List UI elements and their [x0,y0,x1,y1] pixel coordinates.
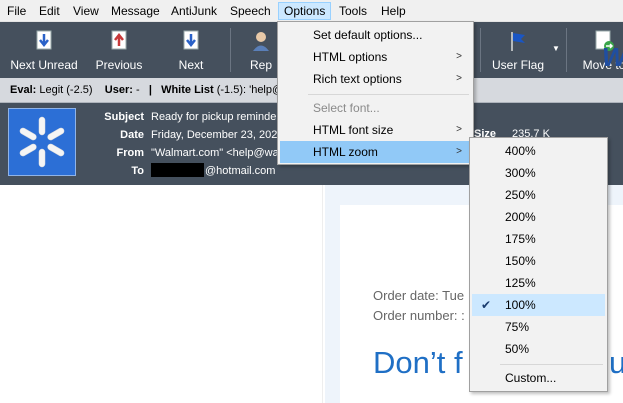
menu-item-html-font-size[interactable]: HTML font size > [280,119,471,141]
menu-item-set-default-options[interactable]: Set default options... [280,24,471,46]
menu-item-html-zoom[interactable]: HTML zoom > [280,141,471,163]
menu-antijunk[interactable]: AntiJunk [166,2,222,20]
menu-file[interactable]: File [2,2,31,20]
order-number: Order number: : [373,308,465,323]
menu-tools[interactable]: Tools [334,2,372,20]
whitelist-value: (-1.5): 'help@ [216,84,284,96]
redacted-block [151,163,204,177]
menu-item-label: HTML zoom [313,145,378,159]
email-brand: Wa [602,42,623,73]
from-value: "Walmart.com" <help@wa [151,147,279,159]
previous-button[interactable]: Previous [88,22,150,78]
next-unread-icon [36,30,52,50]
user-flag-dropdown[interactable]: ▼ [552,22,562,78]
zoom-item-75[interactable]: 75% [472,316,605,338]
menu-item-select-font: Select font... [280,97,471,119]
reply-button[interactable]: Rep [244,22,278,78]
menu-speech[interactable]: Speech [225,2,276,20]
zoom-item-150[interactable]: 150% [472,250,605,272]
options-menu: Set default options... HTML options > Ri… [277,21,474,165]
zoom-item-300[interactable]: 300% [472,162,605,184]
menu-item-label: Select font... [313,101,380,115]
next-unread-button[interactable]: Next Unread [4,22,84,78]
menu-edit[interactable]: Edit [34,2,65,20]
next-label: Next [178,58,204,72]
zoom-label: 250% [505,188,536,202]
subject-label: Subject [104,111,144,123]
email-headline-tail: u [609,345,623,380]
chevron-right-icon: > [456,146,462,157]
toolbar-separator [480,28,481,72]
zoom-item-200[interactable]: 200% [472,206,605,228]
zoom-label: 50% [505,342,530,356]
menu-options[interactable]: Options [278,2,332,20]
zoom-item-250[interactable]: 250% [472,184,605,206]
zoom-label: 400% [505,144,536,158]
reply-icon [253,32,269,51]
zoom-item-175[interactable]: 175% [472,228,605,250]
zoom-item-custom[interactable]: Custom... [472,367,605,389]
html-zoom-submenu: 400% 300% 250% 200% 175% 150% 125% ✔ 100… [469,137,608,392]
eval-separator: | [148,84,152,96]
subject-value: Ready for pickup reminder [151,111,281,123]
menu-bar: File Edit View Message AntiJunk Speech O… [0,0,623,22]
user-flag-label: User Flag [491,58,544,72]
user-flag-button[interactable]: User Flag [486,22,550,78]
date-label: Date [120,129,144,141]
menu-message[interactable]: Message [106,2,165,20]
email-headline: Don’t f [373,345,463,380]
menu-item-html-options[interactable]: HTML options > [280,46,471,68]
chevron-down-icon: ▼ [552,44,560,53]
walmart-spark-icon [19,116,65,168]
toolbar-separator [230,28,231,72]
menu-item-label: Set default options... [313,28,423,42]
to-label: To [131,165,144,177]
zoom-item-50[interactable]: 50% [472,338,605,360]
zoom-item-400[interactable]: 400% [472,140,605,162]
zoom-label: 150% [505,254,536,268]
zoom-label: 200% [505,210,536,224]
order-date: Order date: Tue [373,288,465,303]
reply-label: Rep [249,58,272,72]
zoom-item-125[interactable]: 125% [472,272,605,294]
user-label: User: [104,84,133,96]
chevron-right-icon: > [456,124,462,135]
date-value: Friday, December 23, 202 [151,129,278,141]
zoom-label: 300% [505,166,536,180]
eval-value: Legit (-2.5) [39,84,93,96]
zoom-label: 100% [505,298,536,312]
chevron-right-icon: > [456,51,462,62]
menu-separator [308,94,469,95]
user-value: - [135,84,140,96]
zoom-label: 75% [505,320,530,334]
flag-icon [511,32,525,51]
next-icon [183,30,199,50]
previous-icon [111,30,127,50]
menu-item-rich-text-options[interactable]: Rich text options > [280,68,471,90]
whitelist-label: White List [161,84,214,96]
menu-separator [500,364,603,365]
chevron-right-icon: > [456,73,462,84]
menu-help[interactable]: Help [376,2,411,20]
menu-item-label: HTML font size [313,123,394,137]
menu-item-label: HTML options [313,50,388,64]
zoom-label: 125% [505,276,536,290]
zoom-label: 175% [505,232,536,246]
menu-item-label: Rich text options [313,72,402,86]
zoom-label: Custom... [505,371,557,385]
checkmark-icon: ✔ [481,298,492,312]
eval-label: Eval: [10,84,37,96]
from-label: From [116,147,145,159]
body-left-pane [0,185,323,403]
zoom-item-100[interactable]: ✔ 100% [472,294,605,316]
to-value: @hotmail.com [205,165,276,177]
menu-view[interactable]: View [68,2,104,20]
toolbar-separator [566,28,567,72]
previous-label: Previous [95,58,143,72]
next-button[interactable]: Next [162,22,220,78]
next-unread-label: Next Unread [10,58,78,72]
sender-logo [8,108,76,176]
